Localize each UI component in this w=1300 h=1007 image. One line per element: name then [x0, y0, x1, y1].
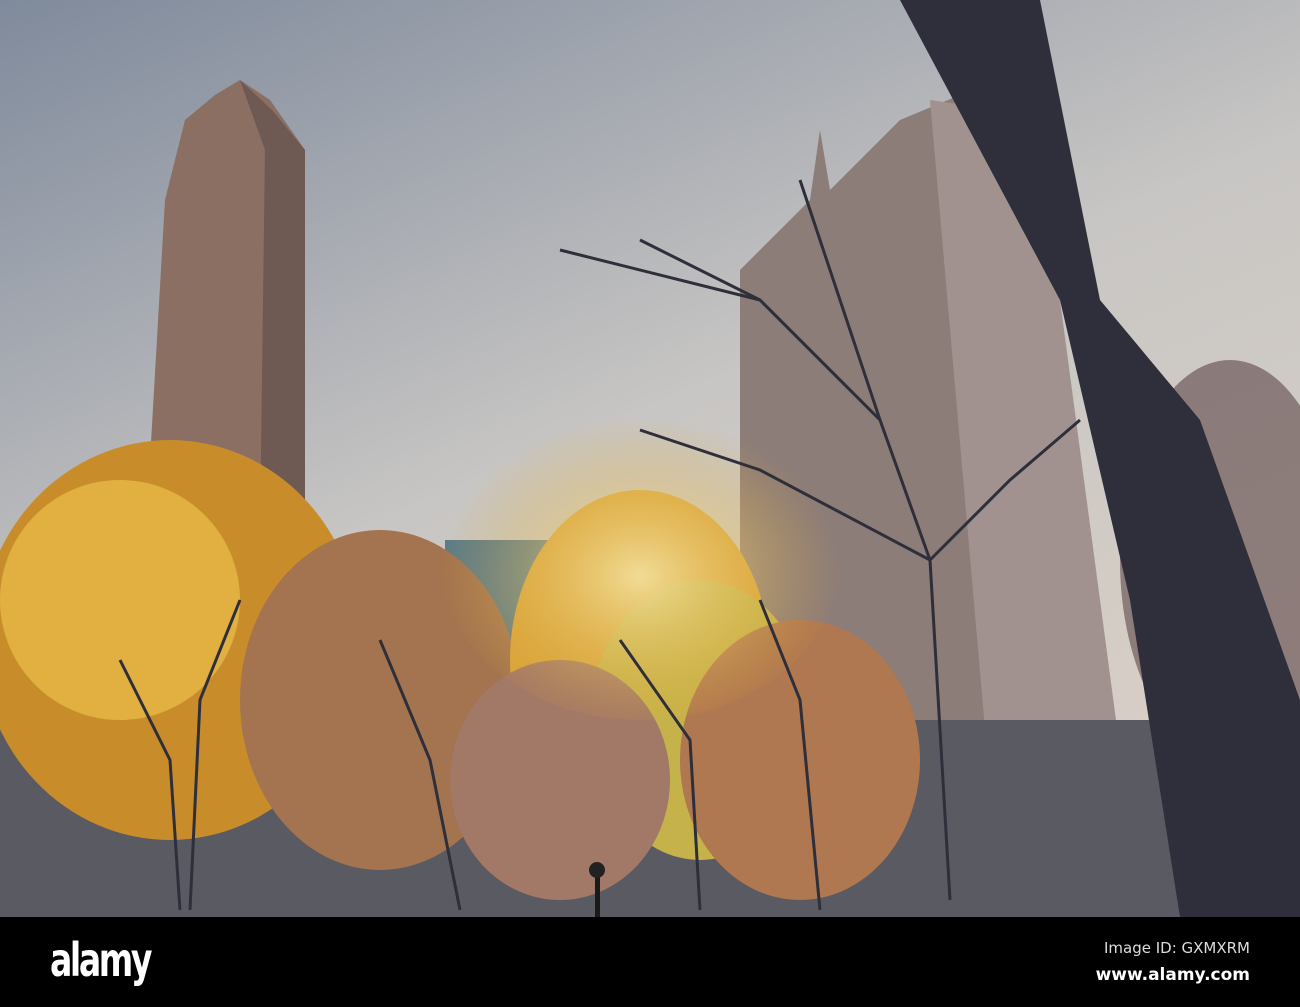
alamy-logo: alamy	[50, 933, 153, 987]
stock-photo: alamy Image ID: GXMXRM www.alamy.com	[0, 0, 1300, 1007]
photo-central-park-autumn	[0, 0, 1300, 917]
site-url: www.alamy.com	[1095, 965, 1250, 985]
image-id: Image ID: GXMXRM	[1103, 939, 1250, 957]
watermark-bar: alamy Image ID: GXMXRM www.alamy.com	[0, 917, 1300, 1007]
